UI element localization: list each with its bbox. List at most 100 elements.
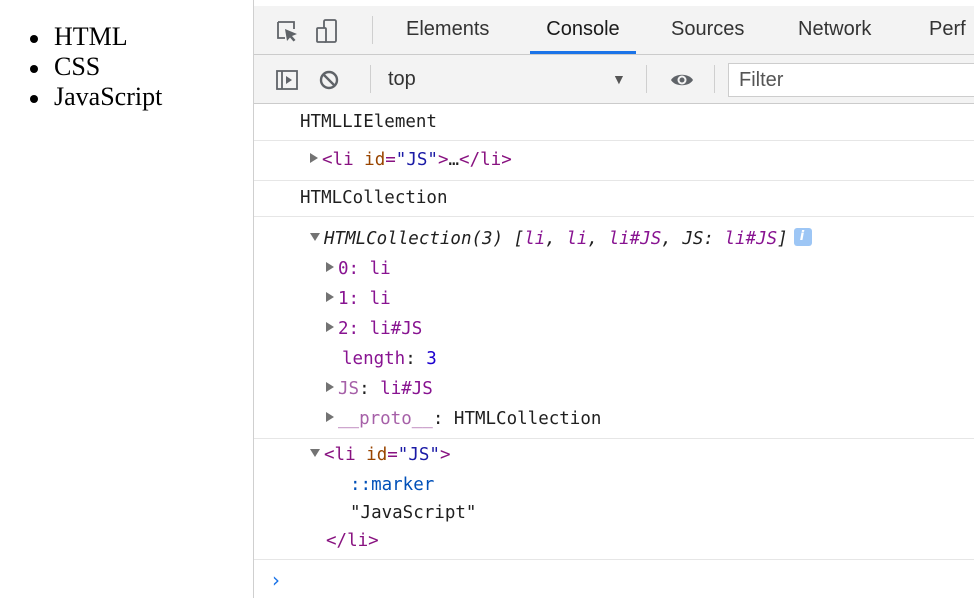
property-row[interactable]: __proto__: HTMLCollection xyxy=(326,405,601,433)
property-row[interactable]: 1: li xyxy=(326,285,391,313)
toolbar-divider xyxy=(646,65,647,93)
rendered-page: HTML CSS JavaScript xyxy=(0,0,253,598)
list-item: CSS xyxy=(30,52,162,82)
property-key: 2 xyxy=(338,319,349,339)
expand-arrow-icon[interactable] xyxy=(326,412,334,422)
element-node[interactable]: <li id="JS"> xyxy=(310,441,451,469)
filter-input[interactable] xyxy=(739,64,969,96)
comma: , xyxy=(587,229,599,249)
property-value: HTMLCollection xyxy=(453,409,602,429)
expand-arrow-icon[interactable] xyxy=(310,153,318,163)
attr-value: "JS" xyxy=(395,150,438,170)
attr-equals: = xyxy=(385,150,396,170)
element-node[interactable]: <li id="JS">…</li> xyxy=(310,146,512,174)
property-row[interactable]: 0: li xyxy=(326,255,391,283)
preview-item: li#JS xyxy=(608,229,662,249)
preview-item: li#JS xyxy=(724,229,778,249)
browser-viewport: HTML CSS JavaScript Elements Console Sou… xyxy=(0,0,974,598)
marker-pseudo-element[interactable]: ::marker xyxy=(350,471,434,499)
context-selector[interactable]: top xyxy=(388,55,638,103)
text-node: "JavaScript" xyxy=(350,503,477,523)
bullet xyxy=(30,95,38,103)
end-tag-name: li xyxy=(347,531,369,551)
preview-key: JS xyxy=(682,229,704,249)
tab-network[interactable]: Network xyxy=(798,6,871,54)
console-message[interactable]: HTMLCollection(3) [li, li, li#JS, JS: li… xyxy=(254,217,974,439)
inspect-element-icon[interactable] xyxy=(274,18,300,44)
preview-item: li xyxy=(524,229,546,249)
collapse-arrow-icon[interactable] xyxy=(310,233,320,241)
tab-label: Elements xyxy=(406,18,490,40)
active-tab-indicator xyxy=(530,51,636,54)
property-key: __proto__ xyxy=(338,409,433,429)
tab-performance[interactable]: Perf xyxy=(929,6,966,54)
property-key: length xyxy=(342,349,406,369)
context-value: top xyxy=(388,68,416,90)
list-item-text: HTML xyxy=(54,22,128,51)
property-value: li xyxy=(369,259,391,279)
expand-arrow-icon[interactable] xyxy=(326,382,334,392)
property-value: li#JS xyxy=(380,379,433,399)
bracket: ] xyxy=(777,229,788,249)
property-key: 0 xyxy=(338,259,349,279)
property-row[interactable]: 2: li#JS xyxy=(326,315,422,343)
console-message[interactable]: <li id="JS"> ::marker "JavaScript" </li> xyxy=(254,439,974,560)
console-toolbar: top ▼ xyxy=(254,55,974,104)
collapse-arrow-icon[interactable] xyxy=(310,449,320,457)
attr-equals: = xyxy=(387,445,398,465)
console-output: HTMLLIElement <li id="JS">…</li> HTMLCol… xyxy=(254,104,974,598)
info-icon[interactable] xyxy=(793,228,812,246)
property-key: JS xyxy=(338,379,360,399)
attr-value: "JS" xyxy=(397,445,440,465)
toolbar-divider xyxy=(372,16,373,44)
tag-close-bracket: > xyxy=(439,445,451,465)
collection-name: HTMLCollection(3) xyxy=(324,229,504,249)
end-tag-name: li xyxy=(480,150,502,170)
tab-console[interactable]: Console xyxy=(530,6,636,54)
tag-open-bracket: < xyxy=(324,445,335,465)
list-item: JavaScript xyxy=(30,82,162,112)
colon: : xyxy=(703,229,714,249)
console-prompt-icon[interactable]: › xyxy=(272,568,280,592)
attr-name: id xyxy=(366,445,388,465)
console-message[interactable]: <li id="JS">…</li> xyxy=(254,141,974,181)
tag-close-bracket: > xyxy=(437,150,449,170)
list-item-text: JavaScript xyxy=(54,82,163,111)
property-value: li#JS xyxy=(369,319,423,339)
log-text: HTMLCollection xyxy=(300,188,448,208)
devtools-panel: Elements Console Sources Network Perf to… xyxy=(253,0,974,598)
collection-summary[interactable]: HTMLCollection(3) [li, li, li#JS, JS: li… xyxy=(310,225,812,253)
collapsed-ellipsis: … xyxy=(448,150,460,170)
toolbar-divider xyxy=(714,65,715,93)
sidebar-toggle-icon[interactable] xyxy=(274,67,300,93)
tab-label: Network xyxy=(798,18,872,40)
clear-console-icon[interactable] xyxy=(316,67,342,93)
tab-label: Perf xyxy=(929,18,966,40)
preview-item: li xyxy=(566,229,588,249)
property-value: 3 xyxy=(426,349,437,369)
attr-name: id xyxy=(364,150,386,170)
tag-name: li xyxy=(334,445,356,465)
console-message: HTMLCollection xyxy=(254,181,974,217)
property-row[interactable]: JS: li#JS xyxy=(326,375,433,403)
expand-arrow-icon[interactable] xyxy=(326,262,334,272)
comma: , xyxy=(545,229,556,249)
comma: , xyxy=(661,229,672,249)
eye-icon[interactable] xyxy=(669,67,695,93)
bracket: [ xyxy=(513,229,525,249)
expand-arrow-icon[interactable] xyxy=(326,322,334,332)
tab-elements[interactable]: Elements xyxy=(406,6,489,54)
device-toolbar-icon[interactable] xyxy=(314,18,340,44)
tab-sources[interactable]: Sources xyxy=(671,6,744,54)
property-key: 1 xyxy=(338,289,349,309)
expand-arrow-icon[interactable] xyxy=(326,292,334,302)
page-list: HTML CSS JavaScript xyxy=(30,22,162,112)
filter-field[interactable] xyxy=(728,63,974,97)
tab-label: Console xyxy=(546,18,620,40)
list-item-text: CSS xyxy=(54,52,101,81)
end-tag-open: </ xyxy=(326,531,348,551)
devtools-tab-bar: Elements Console Sources Network Perf xyxy=(254,6,974,55)
tag-open-bracket: < xyxy=(322,150,333,170)
console-message: HTMLLIElement xyxy=(254,104,974,141)
list-item: HTML xyxy=(30,22,162,52)
